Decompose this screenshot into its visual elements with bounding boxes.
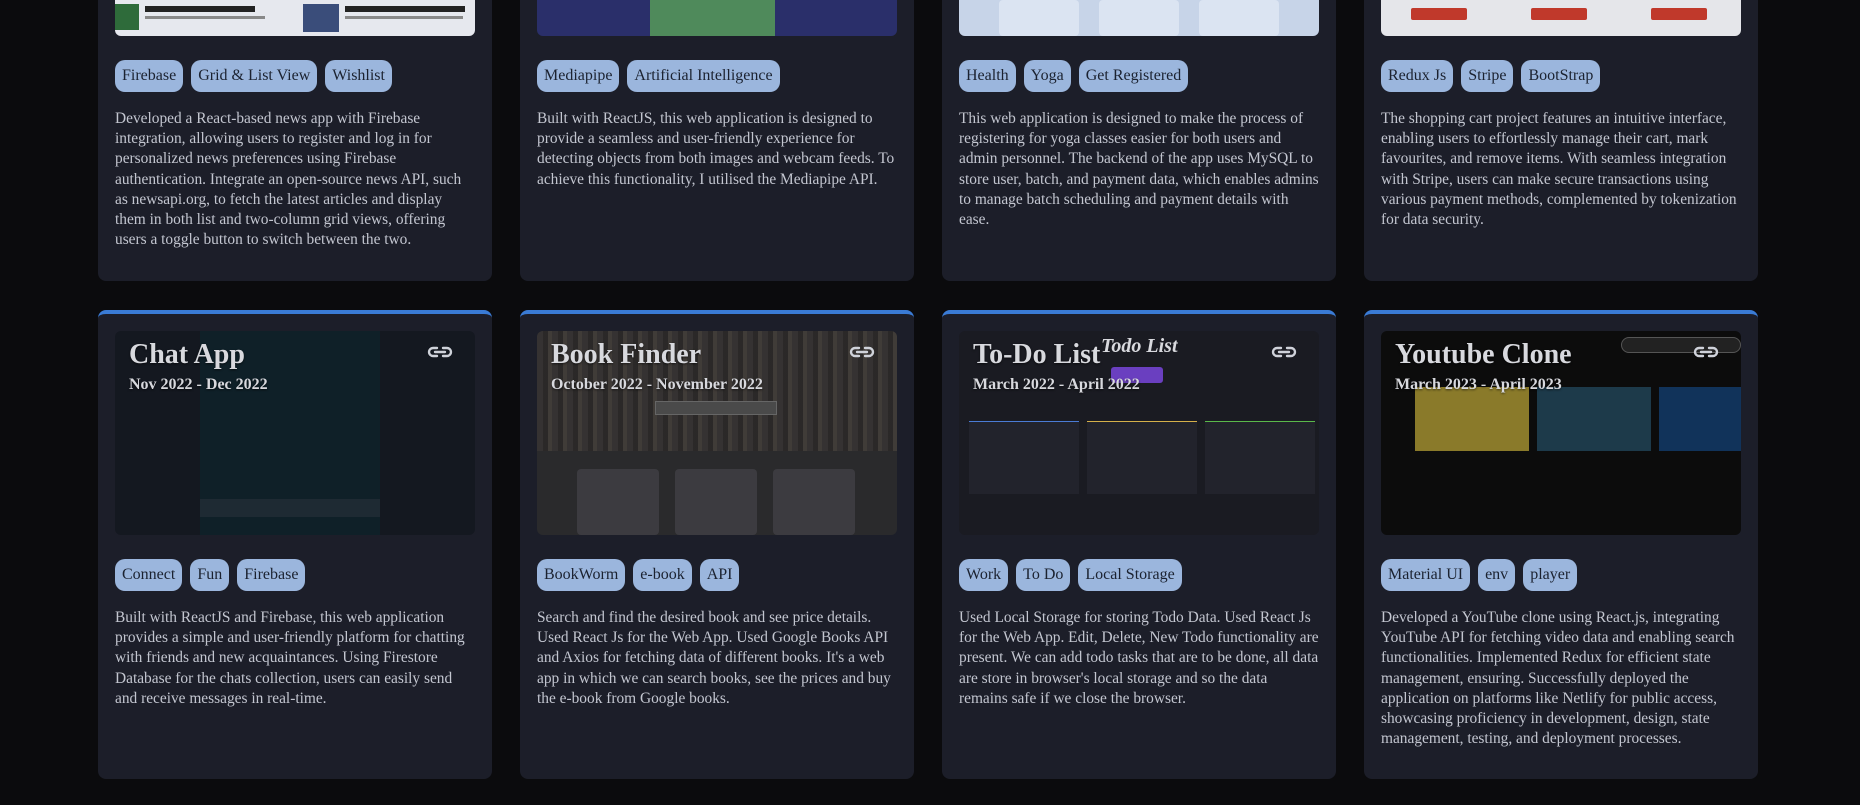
project-card-youtube-clone: Youtube Clone March 2023 - April 2023 Ma… (1364, 310, 1758, 779)
tag: Yoga (1023, 60, 1071, 92)
project-thumbnail: Book Finder October 2022 - November 2022 (537, 331, 897, 535)
tag-list: Connect Fun Firebase (115, 559, 475, 591)
tag: API (699, 559, 740, 591)
project-description: Used Local Storage for storing Todo Data… (959, 609, 1319, 707)
tag: env (1478, 559, 1516, 591)
project-row-top: Firebase Grid & List View Wishlist Devel… (98, 0, 1758, 281)
tag: Redux Js (1381, 60, 1454, 92)
project-card-shopping-cart: Redux Js Stripe BootStrap The shopping c… (1364, 0, 1758, 281)
project-thumbnail: Todo List To-Do List March 2022 - April … (959, 331, 1319, 535)
tag-list: Work To Do Local Storage (959, 559, 1319, 591)
tag: Material UI (1381, 559, 1471, 591)
project-date: March 2023 - April 2023 (1395, 376, 1562, 393)
project-description: Built with ReactJS and Firebase, this we… (115, 609, 465, 707)
tag: Mediapipe (537, 60, 620, 92)
project-thumbnail: Chat App Nov 2022 - Dec 2022 (115, 331, 475, 535)
project-title: Book Finder (551, 339, 702, 370)
project-thumbnail (115, 0, 475, 36)
project-description: This web application is designed to make… (959, 110, 1319, 229)
tag: To Do (1016, 559, 1071, 591)
tag: Artificial Intelligence (627, 60, 780, 92)
tag: Work (959, 559, 1009, 591)
project-description: The shopping cart project features an in… (1381, 110, 1737, 229)
link-icon[interactable] (1693, 342, 1719, 362)
project-card-book-finder: Book Finder October 2022 - November 2022… (520, 310, 914, 779)
project-title: To-Do List (973, 339, 1101, 370)
link-icon[interactable] (427, 342, 453, 362)
project-thumbnail: Youtube Clone March 2023 - April 2023 (1381, 331, 1741, 535)
tag-list: Mediapipe Artificial Intelligence (537, 60, 897, 92)
project-description: Search and find the desired book and see… (537, 609, 891, 707)
project-date: March 2022 - April 2022 (973, 376, 1140, 393)
tag: Firebase (115, 60, 184, 92)
project-description: Developed a YouTube clone using React.js… (1381, 609, 1735, 748)
project-card-news-app: Firebase Grid & List View Wishlist Devel… (98, 0, 492, 281)
project-description: Developed a React-based news app with Fi… (115, 110, 462, 249)
project-date: October 2022 - November 2022 (551, 376, 763, 393)
project-title: Youtube Clone (1395, 339, 1572, 370)
project-thumbnail (1381, 0, 1741, 36)
tag: e-book (633, 559, 692, 591)
tag-list: Health Yoga Get Registered (959, 60, 1319, 92)
tag: Stripe (1461, 60, 1514, 92)
link-icon[interactable] (849, 342, 875, 362)
tag-list: Redux Js Stripe BootStrap (1381, 60, 1741, 92)
tag: Local Storage (1078, 559, 1182, 591)
project-description: Built with ReactJS, this web application… (537, 110, 895, 188)
project-thumbnail (959, 0, 1319, 36)
tag: Firebase (237, 559, 306, 591)
tag: Wishlist (325, 60, 392, 92)
project-row-bottom: Chat App Nov 2022 - Dec 2022 Connect Fun… (98, 310, 1758, 779)
tag-list: BookWorm e-book API (537, 559, 897, 591)
tag: BookWorm (537, 559, 626, 591)
project-card-todo-list: Todo List To-Do List March 2022 - April … (942, 310, 1336, 779)
link-icon[interactable] (1271, 342, 1297, 362)
tag: Get Registered (1078, 60, 1189, 92)
tag: Connect (115, 559, 183, 591)
thumbnail-heading: Todo List (1101, 335, 1178, 357)
project-title: Chat App (129, 339, 245, 370)
project-date: Nov 2022 - Dec 2022 (129, 376, 268, 393)
tag: Grid & List View (191, 60, 318, 92)
tag-list: Material UI env player (1381, 559, 1741, 591)
tag: Fun (190, 559, 230, 591)
tag: Health (959, 60, 1016, 92)
project-card-chat-app: Chat App Nov 2022 - Dec 2022 Connect Fun… (98, 310, 492, 779)
project-card-yoga-registration: Health Yoga Get Registered This web appl… (942, 0, 1336, 281)
project-thumbnail (537, 0, 897, 36)
tag: player (1523, 559, 1578, 591)
project-card-object-detection: Mediapipe Artificial Intelligence Built … (520, 0, 914, 281)
tag-list: Firebase Grid & List View Wishlist (115, 60, 475, 92)
tag: BootStrap (1521, 60, 1601, 92)
